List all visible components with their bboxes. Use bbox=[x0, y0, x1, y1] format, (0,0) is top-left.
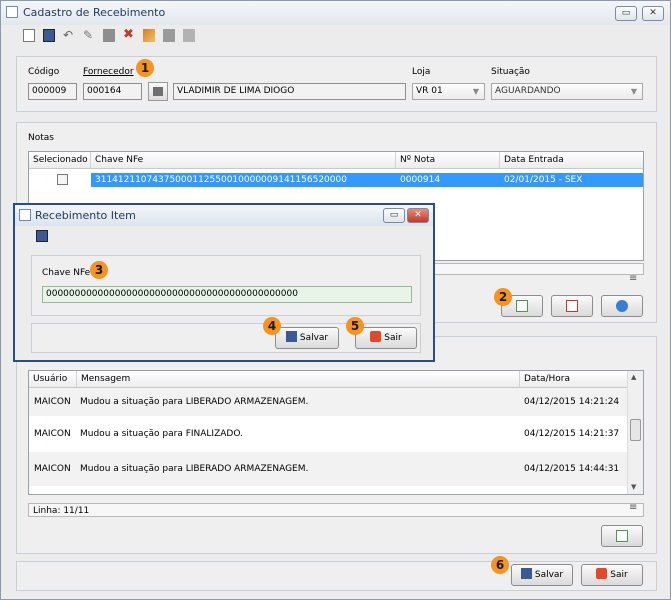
situacao-select[interactable]: AGUARDANDO ▼ bbox=[491, 83, 643, 100]
dialog-salvar-button[interactable]: Salvar bbox=[275, 327, 339, 349]
main-window: Cadastro de Recebimento ▭ ✕ ↶ ✎ ✖ Código… bbox=[0, 0, 671, 600]
column-header[interactable]: Nº Nota bbox=[396, 152, 500, 168]
form-icon[interactable] bbox=[103, 29, 115, 42]
mensagem-cell: Mudou a situação para LIBERADO ARMAZENAG… bbox=[80, 397, 309, 407]
menu-icon[interactable]: ≡ bbox=[629, 503, 641, 514]
codigo-label: Código bbox=[28, 67, 60, 77]
column-header[interactable]: Data Entrada bbox=[500, 152, 643, 168]
restore-button[interactable]: ▭ bbox=[615, 6, 637, 21]
loja-value: VR 01 bbox=[416, 86, 443, 96]
app-icon bbox=[6, 6, 18, 18]
salvar-button[interactable]: Salvar bbox=[511, 564, 573, 586]
scroll-down-icon[interactable]: ▼ bbox=[631, 483, 636, 491]
callout-badge: 4 bbox=[263, 317, 281, 335]
dialog-title-bar: Recebimento Item ▭ ✕ bbox=[15, 205, 433, 226]
save-icon bbox=[520, 568, 532, 579]
fornecedor-code-field[interactable]: 000164 bbox=[83, 83, 142, 100]
add-icon bbox=[616, 530, 628, 542]
column-header[interactable]: Usuário bbox=[29, 371, 77, 387]
sair-button[interactable]: Sair bbox=[581, 564, 643, 586]
dialog-sair-button[interactable]: Sair bbox=[355, 327, 417, 349]
remove-icon bbox=[566, 300, 578, 312]
table-row[interactable]: 3114121107437500011255001000000914115652… bbox=[29, 173, 643, 187]
view-icon bbox=[616, 300, 628, 312]
column-header[interactable]: Data/Hora bbox=[520, 371, 627, 387]
usuario-cell: MAICON bbox=[34, 397, 71, 407]
remove-nota-button[interactable] bbox=[551, 295, 593, 317]
notas-table-header: Selecionado Chave NFe Nº Nota Data Entra… bbox=[29, 152, 643, 169]
situacao-label: Situação bbox=[491, 67, 530, 77]
callout-badge: 3 bbox=[90, 261, 108, 279]
status-text: Linha: 11/11 bbox=[33, 506, 90, 516]
usuario-cell: MAICON bbox=[34, 464, 71, 474]
usuario-cell: MAICON bbox=[34, 429, 71, 439]
search-button[interactable] bbox=[148, 82, 168, 101]
column-header[interactable]: Mensagem bbox=[77, 371, 520, 387]
log-table-header: Usuário Mensagem Data/Hora bbox=[29, 371, 627, 388]
save-icon bbox=[285, 331, 297, 342]
data-cell: 02/01/2015 - SEX bbox=[504, 175, 583, 185]
fornecedor-link[interactable]: Fornecedor bbox=[83, 67, 134, 77]
undo-icon[interactable]: ↶ bbox=[63, 29, 75, 42]
datahora-cell: 04/12/2015 14:21:37 bbox=[524, 429, 620, 439]
save-icon[interactable] bbox=[43, 29, 55, 42]
recebimento-item-dialog: Recebimento Item ▭ ✕ Chave NFe 000000000… bbox=[13, 203, 435, 362]
scroll-thumb[interactable] bbox=[630, 419, 641, 441]
fornecedor-name-field: VLADIMIR DE LIMA DIOGO bbox=[173, 83, 406, 100]
column-header[interactable]: Chave NFe bbox=[91, 152, 396, 168]
log-table[interactable]: Usuário Mensagem Data/Hora MAICON Mudou … bbox=[28, 370, 644, 495]
window-title: Cadastro de Recebimento bbox=[23, 6, 166, 19]
scroll-up-icon[interactable]: ▲ bbox=[631, 373, 636, 381]
delete-icon[interactable]: ✖ bbox=[123, 28, 135, 42]
callout-badge: 5 bbox=[346, 317, 364, 335]
chave-nfe-label: Chave NFe bbox=[42, 268, 91, 278]
tools-icon[interactable]: ✎ bbox=[83, 29, 95, 42]
dialog-app-icon bbox=[19, 209, 31, 221]
chevron-down-icon: ▼ bbox=[630, 87, 637, 96]
loja-select[interactable]: VR 01 ▼ bbox=[412, 83, 485, 100]
title-bar: Cadastro de Recebimento ▭ ✕ bbox=[1, 1, 670, 25]
table-row[interactable]: MAICON Mudou a situação para FINALIZADO.… bbox=[29, 416, 627, 452]
chevron-down-icon: ▼ bbox=[472, 87, 479, 96]
log-vscrollbar[interactable]: ▲ ▼ bbox=[627, 371, 643, 494]
datahora-cell: 04/12/2015 14:44:31 bbox=[524, 464, 620, 474]
datahora-cell: 04/12/2015 14:21:24 bbox=[524, 397, 620, 407]
dialog-restore-button[interactable]: ▭ bbox=[383, 208, 405, 223]
table-row[interactable]: MAICON Mudou a situação para LIBERADO AR… bbox=[29, 388, 627, 416]
column-header[interactable]: Selecionado bbox=[29, 152, 91, 168]
search-icon bbox=[153, 87, 163, 96]
view-nota-button[interactable] bbox=[601, 295, 643, 317]
save-icon[interactable] bbox=[36, 230, 48, 242]
exit-icon bbox=[596, 568, 608, 579]
close-button[interactable]: ✕ bbox=[642, 6, 664, 21]
selecionado-checkbox[interactable] bbox=[57, 174, 68, 185]
callout-badge: 6 bbox=[491, 556, 509, 574]
nota-cell: 0000914 bbox=[400, 175, 441, 185]
dialog-title: Recebimento Item bbox=[35, 209, 136, 222]
codigo-field[interactable]: 000009 bbox=[28, 83, 77, 100]
menu-icon[interactable]: ≡ bbox=[629, 274, 641, 285]
export-icon[interactable] bbox=[143, 29, 155, 42]
exit-icon bbox=[370, 331, 382, 342]
callout-badge: 1 bbox=[136, 59, 154, 77]
chave-cell: 3114121107437500011255001000000914115652… bbox=[95, 175, 347, 185]
new-document-icon[interactable] bbox=[23, 29, 35, 42]
situacao-value: AGUARDANDO bbox=[495, 86, 561, 96]
chave-nfe-field[interactable]: 0000000000000000000000000000000000000000… bbox=[42, 286, 412, 303]
mensagem-cell: Mudou a situação para FINALIZADO. bbox=[80, 429, 243, 439]
status-bar: Linha: 11/11 bbox=[28, 503, 644, 517]
mensagem-cell: Mudou a situação para LIBERADO ARMAZENAG… bbox=[80, 464, 309, 474]
add-icon bbox=[516, 300, 528, 312]
table-row[interactable]: MAICON Mudou a situação para LIBERADO AR… bbox=[29, 452, 627, 486]
print-icon[interactable] bbox=[163, 29, 175, 42]
notas-section-label: Notas bbox=[28, 133, 54, 143]
report-icon[interactable] bbox=[183, 29, 195, 42]
callout-badge: 2 bbox=[494, 288, 512, 306]
dialog-close-button[interactable]: ✕ bbox=[407, 208, 429, 223]
add-log-button[interactable] bbox=[601, 525, 643, 547]
loja-label: Loja bbox=[412, 67, 431, 77]
